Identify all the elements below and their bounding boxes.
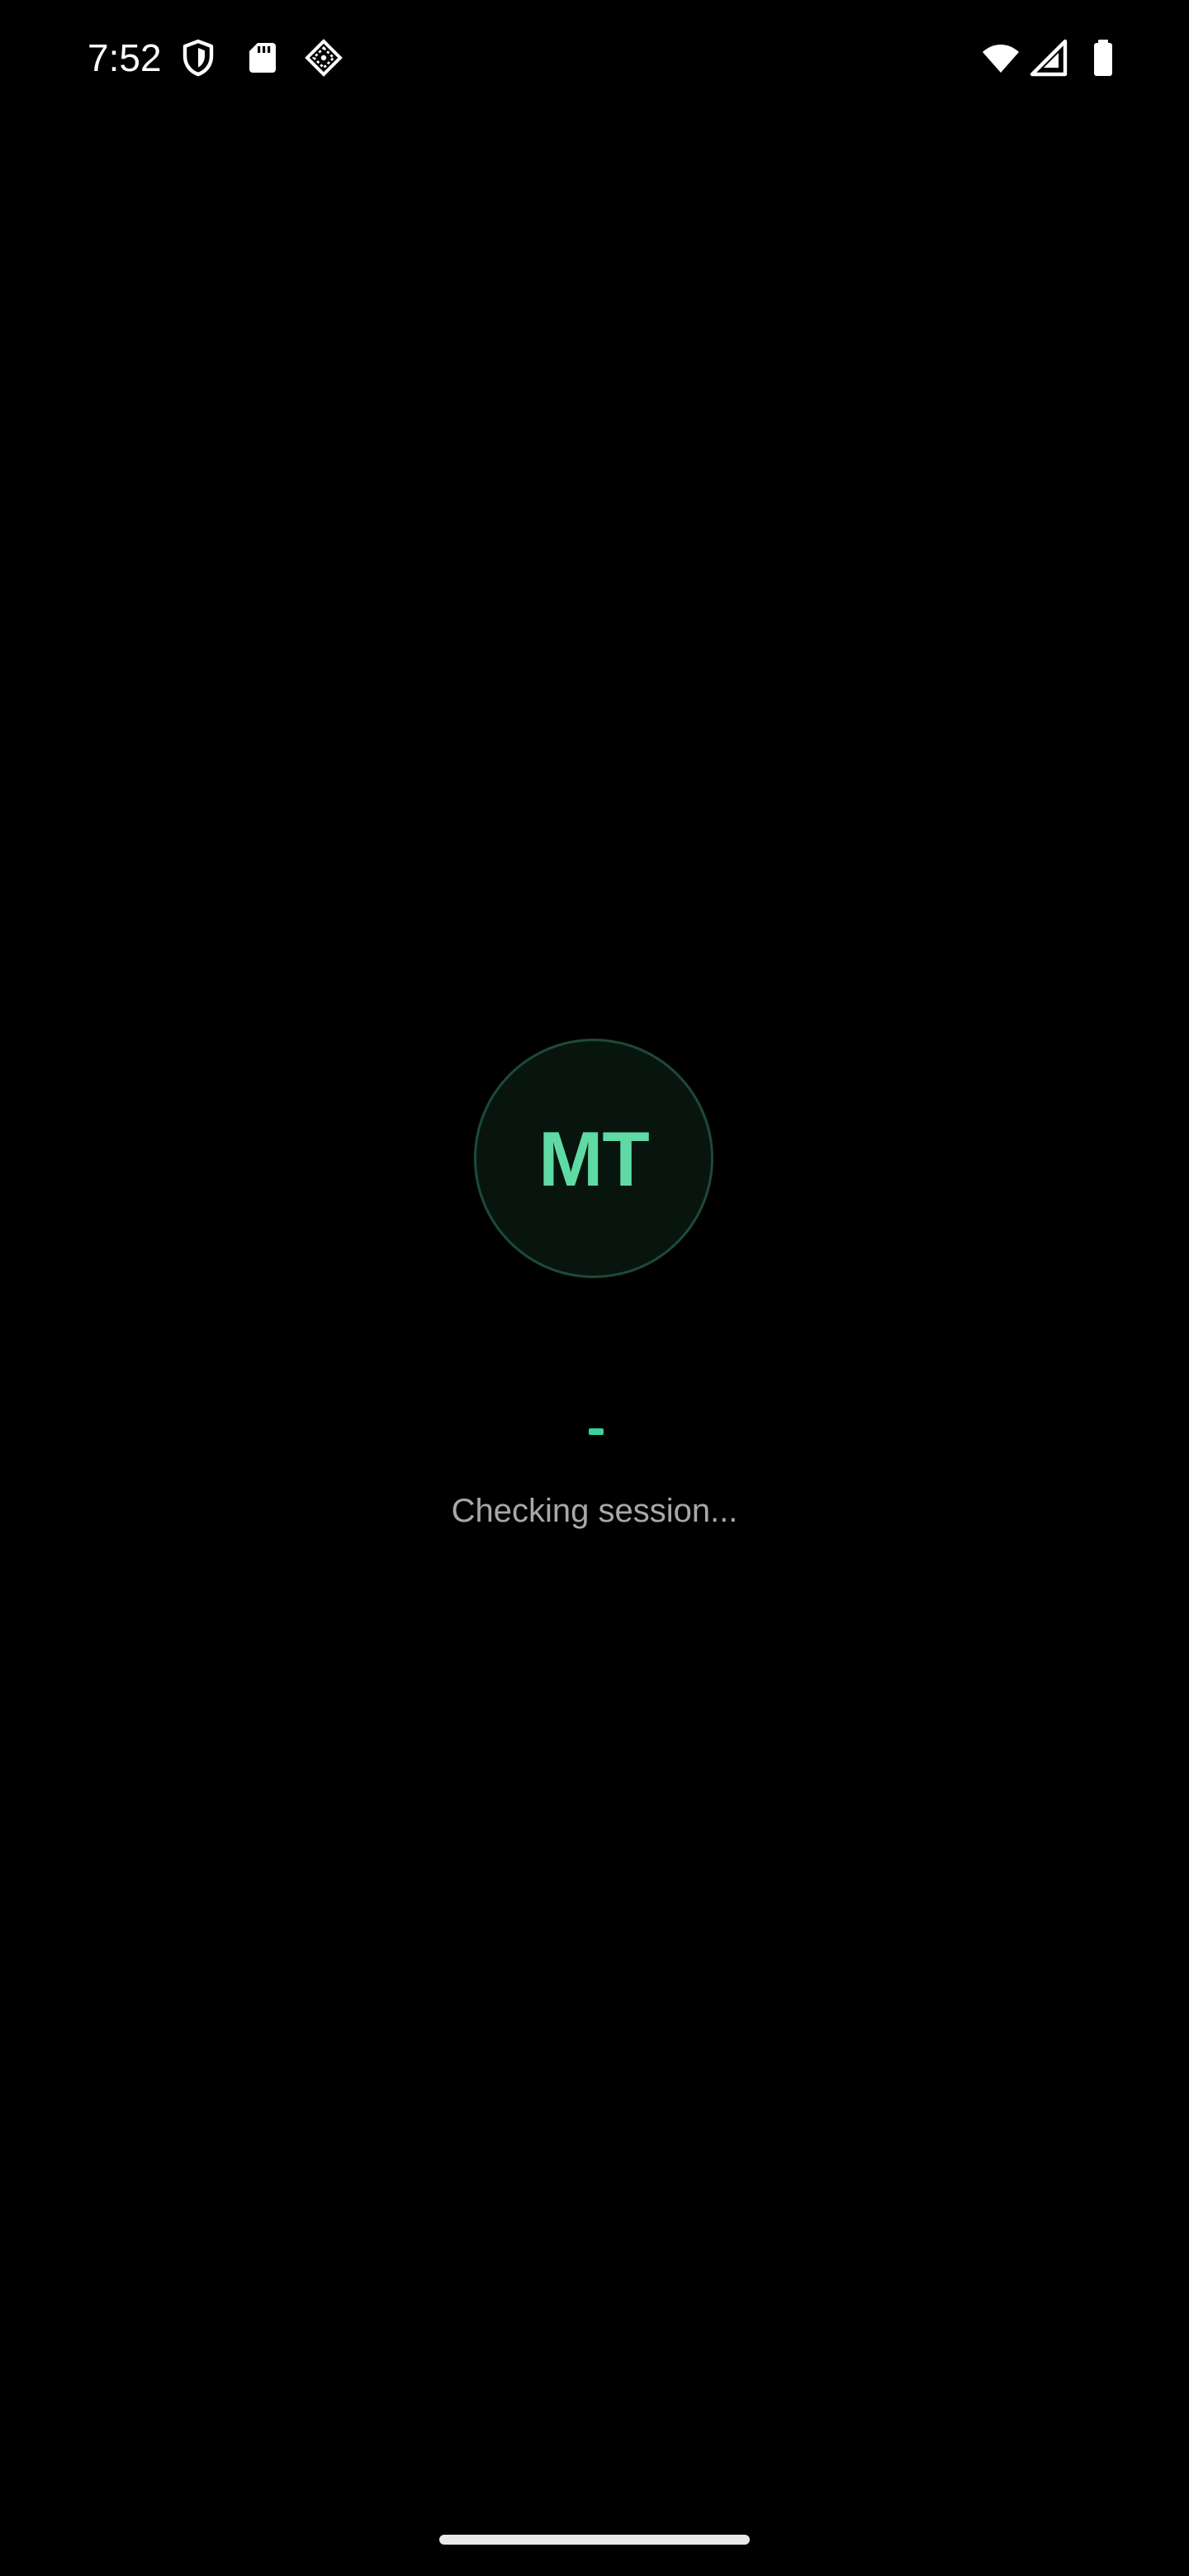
gesture-navigation-bar[interactable] [439,2535,750,2545]
logo-initials: MT [538,1115,650,1202]
sd-card-icon [243,38,282,78]
status-bar: 7:52 [0,0,1189,116]
status-time: 7:52 [88,36,162,79]
app-logo: MT [474,1039,713,1278]
loading-message: Checking session... [451,1493,738,1529]
battery-icon [1083,38,1123,78]
shield-icon [178,38,218,78]
cell-signal-icon [1029,38,1068,78]
loading-progress-indicator [589,1428,604,1435]
diamond-grid-icon [304,38,343,78]
wifi-icon [979,38,1022,78]
